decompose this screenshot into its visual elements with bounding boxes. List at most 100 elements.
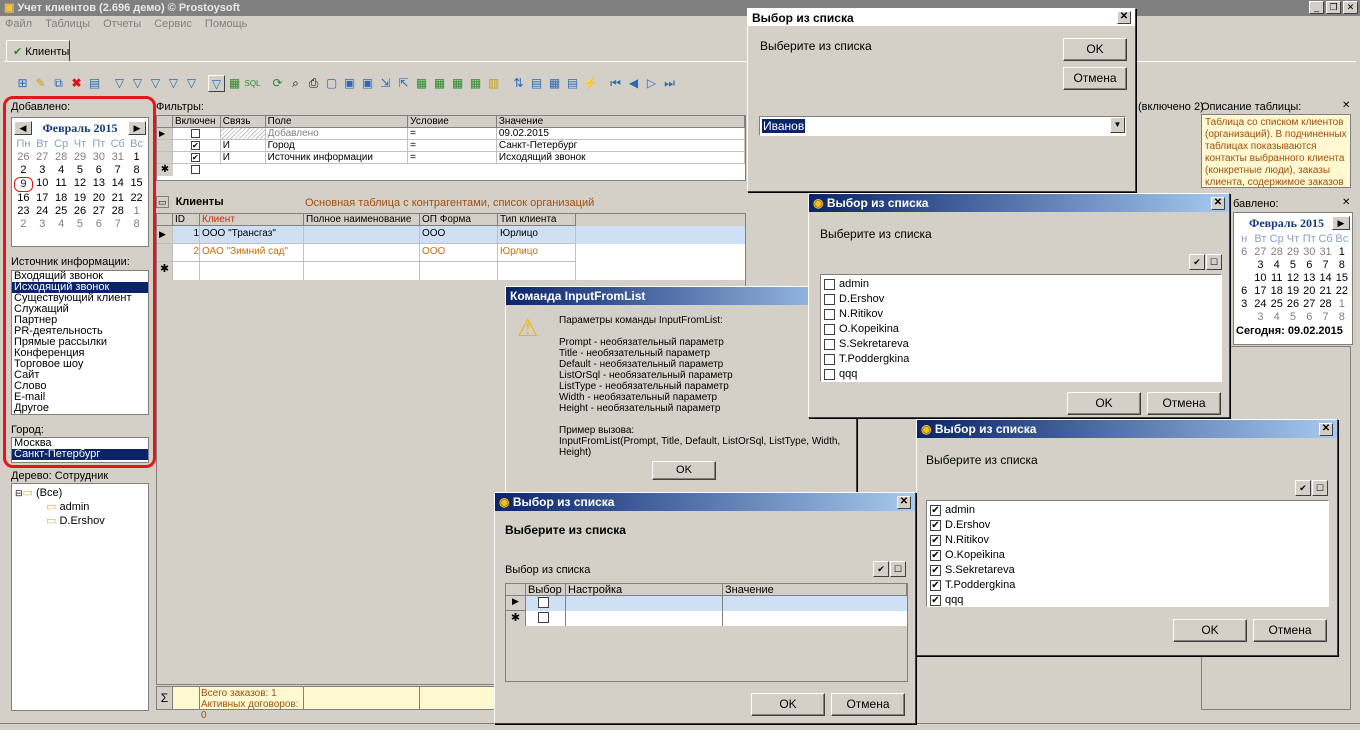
source-item[interactable]: Другое — [12, 403, 148, 414]
calendar-day[interactable]: 8 — [1334, 311, 1350, 324]
delete-icon[interactable]: ✖ — [68, 75, 85, 92]
calendar-day[interactable]: 1 — [1334, 246, 1350, 259]
filter-enabled-checkbox[interactable]: ✔ — [190, 152, 200, 162]
col-header[interactable]: Настройка — [566, 584, 723, 596]
calendar-day[interactable]: 21 — [108, 192, 127, 205]
menu-reports[interactable]: Отчеты — [103, 16, 141, 32]
filter-cell[interactable]: Санкт-Петербург — [496, 140, 746, 152]
calendar-day[interactable]: 27 — [1252, 246, 1268, 259]
add-record-icon[interactable]: ⊞ — [14, 75, 31, 92]
checklist-item[interactable]: qqq — [824, 367, 1218, 382]
filters-grid[interactable]: Включен Связь Поле Условие Значение ▶ Доб… — [156, 115, 746, 181]
calendar-day[interactable]: 27 — [33, 151, 52, 164]
client-cell[interactable] — [173, 262, 200, 280]
calendar-day[interactable]: 14 — [108, 177, 127, 192]
filter-cell[interactable]: Добавлено — [265, 128, 409, 140]
filter-cell[interactable]: Город — [265, 140, 409, 152]
checklist-checkbox[interactable] — [824, 293, 835, 305]
tree-node-admin[interactable]: ▭ admin — [12, 498, 148, 513]
row-value-cell[interactable] — [723, 596, 907, 611]
col-header[interactable]: Поле — [265, 116, 409, 128]
export-icon[interactable]: ⇱ — [395, 75, 412, 92]
calendar-day[interactable]: 6 — [1236, 246, 1252, 259]
filter-row[interactable]: ✔ И Город = Санкт-Петербург — [157, 140, 746, 152]
uncheck-all-icon[interactable]: ☐ — [1312, 480, 1328, 496]
prev-month-button[interactable]: ◀ — [14, 121, 32, 135]
calendar-day[interactable]: 20 — [89, 192, 108, 205]
close-panel-icon[interactable]: ✕ — [1342, 100, 1350, 111]
calendar-day[interactable]: 7 — [108, 218, 127, 231]
filter-enabled-checkbox[interactable]: ✔ — [190, 140, 200, 150]
calendar-day[interactable]: 6 — [89, 164, 108, 177]
checklist-checkbox[interactable]: ✔ — [930, 594, 941, 606]
edit-icon[interactable]: ✎ — [32, 75, 49, 92]
col-header[interactable]: Значение — [723, 584, 907, 596]
checklist-checkbox[interactable] — [824, 308, 835, 320]
client-cell[interactable]: ОАО "Зимний сад" — [200, 244, 304, 262]
calendar-day[interactable]: 1 — [127, 205, 146, 218]
sql-icon[interactable]: SQL — [244, 75, 261, 92]
right-next-month-button[interactable]: ▶ — [1332, 216, 1350, 230]
calendar-day[interactable]: 30 — [89, 151, 108, 164]
checklist-item[interactable]: ✔ N.Ritikov — [930, 533, 1325, 548]
checklist-item[interactable]: admin — [824, 277, 1218, 292]
calendar-day[interactable]: 4 — [1269, 311, 1285, 324]
client-cell[interactable] — [304, 244, 420, 262]
import-icon[interactable]: ⇲ — [377, 75, 394, 92]
calendar-day[interactable]: 8 — [127, 164, 146, 177]
client-cell[interactable] — [420, 262, 498, 280]
sheet-icon[interactable]: ▦ — [467, 75, 484, 92]
row-value-cell[interactable] — [723, 611, 907, 626]
collapse-icon[interactable]: ▭ — [156, 196, 169, 208]
city-item[interactable]: Санкт-Петербург — [12, 449, 148, 460]
dialog1-close-button[interactable]: ✕ — [1117, 11, 1131, 24]
client-cell[interactable]: Юрлицо — [498, 244, 576, 262]
dialog4-ok-button[interactable]: OK — [751, 693, 825, 716]
client-cell[interactable]: 2 — [173, 244, 200, 262]
calendar-day[interactable]: 10 — [1252, 272, 1268, 285]
calendar-day[interactable]: 3 — [1252, 311, 1268, 324]
calendar-day[interactable]: 29 — [71, 151, 90, 164]
print-icon[interactable]: ⎙ — [305, 75, 322, 92]
calendar-day[interactable]: 13 — [1301, 272, 1317, 285]
calendar-day[interactable]: 14 — [1317, 272, 1333, 285]
calendar-day[interactable]: 8 — [127, 218, 146, 231]
next-month-button[interactable]: ▶ — [127, 121, 146, 135]
calendar-day[interactable]: 7 — [1317, 311, 1333, 324]
refresh-icon[interactable]: ⟳ — [269, 75, 286, 92]
row-checkbox[interactable] — [538, 596, 549, 608]
menu-tables[interactable]: Таблицы — [45, 16, 90, 32]
uncheck-all-icon[interactable]: ☐ — [890, 561, 906, 577]
checklist-checkbox[interactable]: ✔ — [930, 564, 941, 576]
calendar-day[interactable]: 27 — [1301, 298, 1317, 311]
calendar-day[interactable]: 15 — [127, 177, 146, 192]
calendar-day[interactable] — [1236, 311, 1252, 324]
filter-cell[interactable] — [220, 128, 266, 140]
calendar-day[interactable]: 6 — [89, 218, 108, 231]
client-cell[interactable]: ООО — [420, 226, 498, 244]
menu-service[interactable]: Сервис — [154, 16, 192, 32]
tree-node-all[interactable]: ⊟▭ (Все) — [12, 484, 148, 499]
calendar-day[interactable]: 9 — [14, 177, 33, 192]
dialog2-checklist[interactable]: admin D.Ershov N.Ritikov O.Kopeikina S.Sekre… — [820, 274, 1222, 382]
grid-icon[interactable]: ▦ — [546, 75, 563, 92]
row-setting-cell[interactable] — [566, 596, 723, 611]
col-header-client[interactable]: Клиент — [200, 214, 304, 226]
dropdown-arrow-icon[interactable]: ▼ — [1110, 117, 1125, 133]
dialog2-cancel-button[interactable]: Отмена — [1147, 392, 1221, 415]
calendar-day[interactable]: 2 — [14, 218, 33, 231]
filter-cell[interactable]: Исходящий звонок — [496, 152, 746, 164]
col-header[interactable]: Условие — [408, 116, 497, 128]
right-calendar-grid[interactable]: н Вт Ср Чт Пт Сб Вс 6 27 28 29 30 31 1 3 4 5 6 7 8 10 11 12 13 1… — [1234, 233, 1352, 324]
filter-add-icon[interactable]: ▽ — [129, 75, 146, 92]
calendar-day[interactable]: 29 — [1285, 246, 1301, 259]
calendar-day[interactable]: 19 — [1285, 285, 1301, 298]
tab-clients[interactable]: ✔ Клиенты — [6, 40, 70, 62]
dialog1-ok-button[interactable]: OK — [1063, 38, 1127, 61]
calendar-day[interactable]: 8 — [1334, 259, 1350, 272]
dialog4-grid[interactable]: Выбор Настройка Значение ▶ ✱ — [505, 583, 908, 682]
client-cell[interactable]: 1 — [173, 226, 200, 244]
row-checkbox[interactable] — [538, 611, 549, 623]
report-icon[interactable]: ▣ — [341, 75, 358, 92]
checklist-item[interactable]: O.Kopeikina — [824, 322, 1218, 337]
